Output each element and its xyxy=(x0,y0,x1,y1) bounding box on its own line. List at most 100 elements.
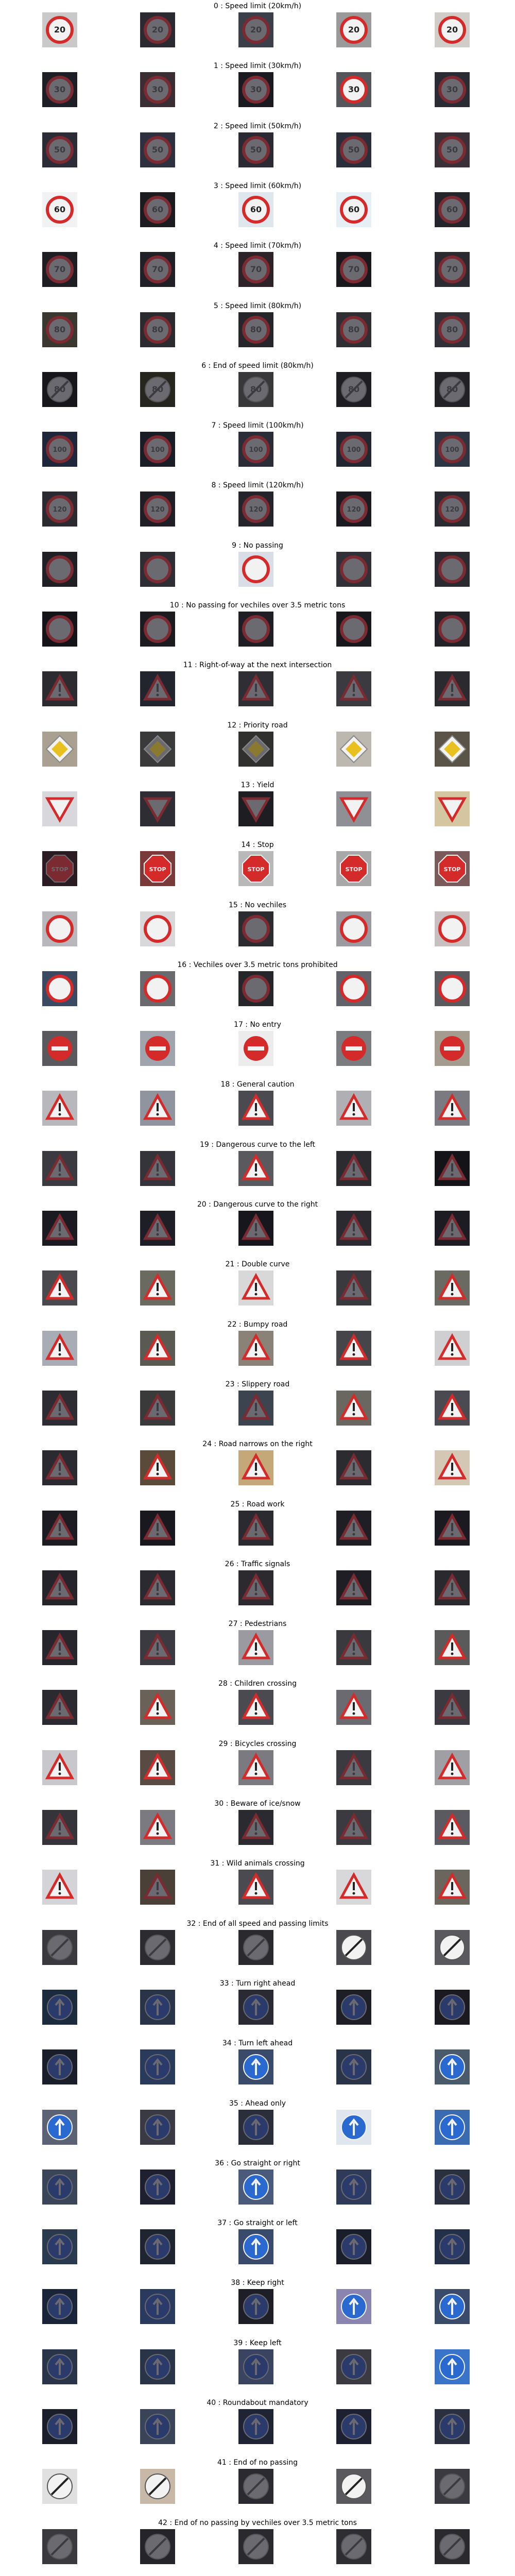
svg-text:60: 60 xyxy=(447,205,458,214)
sample-image xyxy=(42,1450,77,1486)
sample-image: 120 xyxy=(435,492,470,527)
end-no-passing-sign-icon xyxy=(42,2469,77,2504)
end-no-passing-sign-icon xyxy=(435,2469,470,2504)
sample-image xyxy=(140,551,175,587)
warning-triangle-icon xyxy=(140,1750,175,1785)
sample-image xyxy=(42,1150,77,1186)
no-trucks-sign-icon xyxy=(42,971,77,1006)
blue-arrow-sign-icon xyxy=(336,2289,371,2325)
sample-image xyxy=(42,2169,77,2205)
warning-triangle-icon xyxy=(435,1211,470,1246)
svg-text:50: 50 xyxy=(54,145,65,155)
sample-image: 100 xyxy=(238,432,273,467)
sample-image xyxy=(336,2049,371,2085)
blue-arrow-sign-icon xyxy=(140,2289,175,2325)
sample-image xyxy=(238,1390,273,1426)
sample-image xyxy=(140,1330,175,1366)
sample-image xyxy=(140,2169,175,2205)
warning-triangle-icon xyxy=(140,1270,175,1306)
warning-triangle-icon xyxy=(435,1810,470,1845)
svg-text:80: 80 xyxy=(250,384,262,394)
sample-image xyxy=(336,1091,371,1126)
sample-image xyxy=(238,2109,273,2145)
svg-text:20: 20 xyxy=(152,25,163,35)
sample-image xyxy=(336,1450,371,1486)
sample-image xyxy=(336,1989,371,2025)
roundabout-sign-icon xyxy=(435,2409,470,2444)
sample-image xyxy=(140,1690,175,1725)
svg-text:60: 60 xyxy=(348,205,359,214)
sample-image xyxy=(140,1929,175,1965)
sample-image xyxy=(435,1630,470,1666)
class-title: 27 : Pedestrians xyxy=(228,1620,287,1629)
sample-image xyxy=(140,1510,175,1546)
warning-triangle-icon xyxy=(42,1091,77,1126)
warning-triangle-icon xyxy=(42,1390,77,1426)
sample-image xyxy=(42,2229,77,2265)
sample-image: 30 xyxy=(238,72,273,108)
sample-image: 70 xyxy=(336,252,371,287)
warning-triangle-icon xyxy=(42,1450,77,1486)
sample-image xyxy=(336,2409,371,2444)
sample-image xyxy=(238,671,273,707)
sample-image xyxy=(336,1270,371,1306)
blue-arrow-sign-icon xyxy=(140,2109,175,2145)
sample-image: 20 xyxy=(140,12,175,47)
svg-text:80: 80 xyxy=(152,325,163,334)
sample-image xyxy=(435,1570,470,1605)
sample-image xyxy=(140,1989,175,2025)
sample-image xyxy=(140,2469,175,2504)
sample-image xyxy=(140,1450,175,1486)
svg-text:70: 70 xyxy=(54,264,65,274)
no-trucks-sign-icon xyxy=(238,971,273,1006)
sample-image xyxy=(336,2289,371,2325)
svg-text:80: 80 xyxy=(447,325,458,334)
class-title: 39 : Keep left xyxy=(233,2338,282,2347)
stop-sign-icon: STOP xyxy=(140,851,175,887)
sample-image xyxy=(238,791,273,826)
svg-text:120: 120 xyxy=(53,506,66,514)
sample-image xyxy=(238,1031,273,1066)
blue-arrow-sign-icon xyxy=(42,1989,77,2025)
sample-image xyxy=(140,1630,175,1666)
no-trucks-sign-icon xyxy=(140,971,175,1006)
sample-image: 30 xyxy=(435,72,470,108)
warning-triangle-icon xyxy=(435,1630,470,1666)
sample-image xyxy=(435,1690,470,1725)
class-title: 29 : Bicycles crossing xyxy=(218,1739,297,1748)
warning-triangle-icon xyxy=(140,671,175,707)
warning-triangle-icon xyxy=(336,1750,371,1785)
sample-image xyxy=(435,1510,470,1546)
sample-image xyxy=(42,551,77,587)
warning-triangle-icon xyxy=(336,1390,371,1426)
no-vehicles-sign-icon xyxy=(140,911,175,946)
blue-arrow-sign-icon xyxy=(42,2169,77,2205)
sample-image xyxy=(238,1510,273,1546)
warning-triangle-icon xyxy=(140,1810,175,1845)
speed-limit-sign-icon: 100 xyxy=(140,432,175,467)
class-title: 12 : Priority road xyxy=(227,721,288,730)
speed-limit-sign-icon: 120 xyxy=(238,492,273,527)
warning-triangle-icon xyxy=(42,1630,77,1666)
sample-image xyxy=(435,911,470,946)
sample-image xyxy=(238,1150,273,1186)
class-title: 32 : End of all speed and passing limits xyxy=(186,1919,329,1928)
sample-image xyxy=(336,1211,371,1246)
warning-triangle-icon xyxy=(238,1750,273,1785)
no-passing-sign-icon xyxy=(140,551,175,587)
warning-triangle-icon xyxy=(336,1150,371,1186)
sample-image xyxy=(140,2049,175,2085)
blue-arrow-sign-icon xyxy=(238,2049,273,2085)
warning-triangle-icon xyxy=(336,1690,371,1725)
warning-triangle-icon xyxy=(42,1270,77,1306)
svg-text:120: 120 xyxy=(445,506,459,514)
warning-triangle-icon xyxy=(140,1330,175,1366)
sample-image xyxy=(140,671,175,707)
no-trucks-sign-icon xyxy=(435,971,470,1006)
sample-image xyxy=(238,1330,273,1366)
sample-image: 60 xyxy=(42,192,77,227)
class-title: 24 : Road narrows on the right xyxy=(202,1440,313,1449)
svg-text:STOP: STOP xyxy=(248,866,265,873)
svg-text:50: 50 xyxy=(348,145,359,155)
blue-arrow-sign-icon xyxy=(435,2229,470,2265)
